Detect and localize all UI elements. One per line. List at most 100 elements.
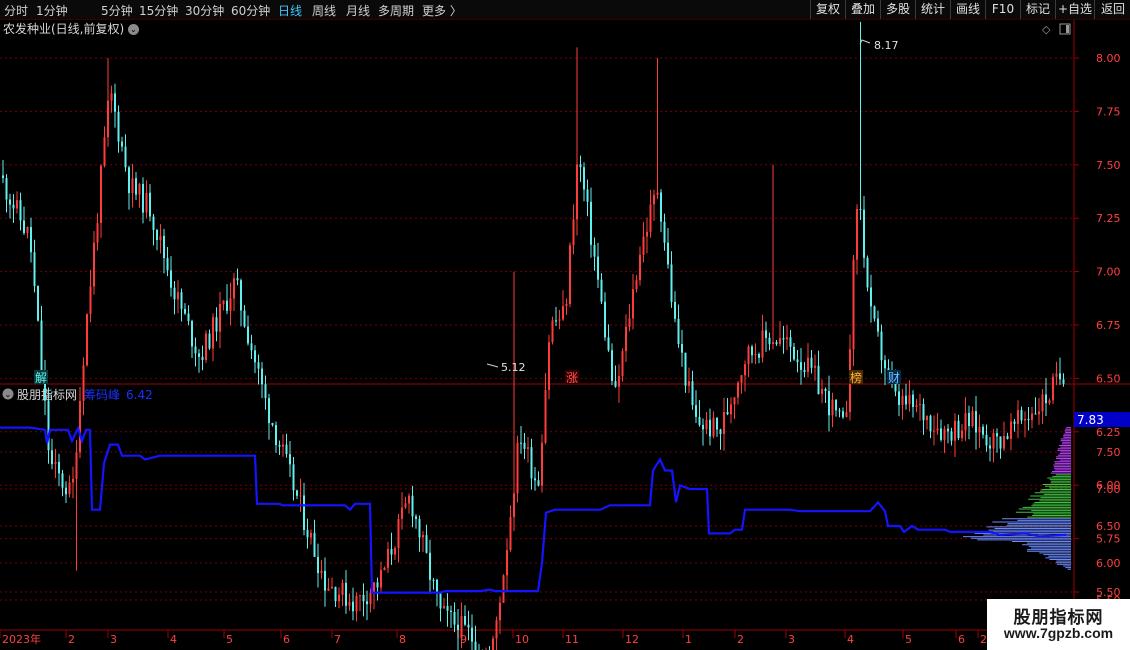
candle-body — [919, 404, 921, 406]
candle-body — [1031, 413, 1033, 421]
svg-text:⌄: ⌄ — [5, 390, 12, 399]
candle-body — [191, 321, 193, 347]
candle-body — [26, 227, 29, 233]
candle-body — [149, 192, 151, 217]
candle-body — [873, 306, 876, 319]
candle-body — [103, 137, 106, 166]
candle-body — [446, 606, 449, 611]
candle-body — [523, 442, 526, 449]
candle-body — [467, 624, 470, 628]
candle-body — [796, 359, 799, 363]
candle-body — [166, 258, 169, 271]
candle-body — [341, 582, 344, 595]
candle-body — [425, 535, 428, 553]
marker-finance[interactable]: 财 — [888, 371, 900, 385]
candle-body — [530, 447, 533, 479]
candle-body — [33, 252, 36, 287]
candle-body — [852, 259, 855, 350]
candle-body — [779, 338, 781, 345]
candle-body — [586, 189, 589, 202]
time-axis-label: 12 — [625, 633, 639, 646]
candle-body — [719, 429, 722, 435]
indicator-label: 筹码峰 — [84, 388, 120, 402]
candle-body — [1013, 421, 1016, 424]
candle-body — [394, 548, 396, 555]
candle-body — [786, 337, 788, 340]
candle-body — [705, 419, 708, 430]
candle-body — [278, 445, 281, 447]
candle-body — [124, 146, 127, 168]
candle-body — [110, 93, 113, 101]
diamond-icon[interactable]: ◇ — [1042, 23, 1051, 36]
candle-body — [40, 320, 43, 371]
candle-body — [114, 93, 116, 112]
candle-body — [646, 231, 648, 237]
candle-body — [418, 519, 421, 538]
marker-limit-up[interactable]: 涨 — [566, 370, 578, 385]
candle-body — [513, 493, 515, 518]
candle-body — [205, 333, 207, 360]
candle-body — [929, 415, 932, 432]
candle-body — [915, 405, 918, 407]
candle-body — [912, 394, 914, 407]
price-tick-label: 8.00 — [1096, 52, 1121, 65]
candle-body — [383, 567, 386, 571]
candle-body — [1024, 418, 1026, 421]
candle-body — [54, 461, 57, 465]
candle-body — [660, 192, 662, 222]
candle-body — [408, 495, 410, 504]
candle-body — [201, 356, 204, 360]
candle-body — [961, 430, 963, 439]
candle-body — [831, 399, 834, 416]
candle-body — [5, 178, 8, 200]
candle-body — [698, 416, 701, 425]
candle-body — [537, 480, 540, 486]
candle-body — [499, 602, 501, 621]
candle-body — [285, 444, 288, 455]
candle-body — [243, 310, 246, 327]
candle-body — [674, 301, 676, 319]
indicator-tick-label: 7.00 — [1096, 483, 1121, 496]
candle-body — [390, 549, 393, 555]
candle-body — [548, 342, 550, 390]
candle-body — [72, 478, 74, 483]
candle-body — [726, 412, 729, 415]
candle-body — [299, 495, 302, 497]
candle-body — [68, 482, 71, 495]
candle-body — [628, 318, 631, 327]
candle-body — [607, 337, 610, 351]
candle-body — [957, 420, 960, 439]
candle-body — [1020, 410, 1023, 421]
candle-body — [590, 201, 592, 245]
candle-body — [65, 487, 67, 495]
candle-body — [275, 425, 277, 446]
marker-unlock[interactable]: 解 — [35, 371, 47, 385]
candle-body — [604, 301, 606, 338]
candle-body — [695, 405, 697, 417]
time-axis-label: 5 — [905, 633, 912, 646]
candle-body — [744, 364, 746, 376]
candle-body — [317, 556, 319, 574]
candle-body — [397, 518, 400, 549]
candle-body — [282, 444, 284, 447]
indicator-tick-label: 6.50 — [1096, 520, 1121, 533]
candle-body — [1027, 418, 1030, 421]
current-price-text: 7.83 — [1077, 413, 1104, 427]
candle-body — [975, 411, 977, 433]
candle-body — [184, 308, 186, 314]
candle-body — [747, 346, 750, 365]
candle-body — [222, 300, 225, 304]
candle-body — [1003, 435, 1005, 449]
candle-body — [765, 330, 767, 338]
candle-body — [401, 507, 403, 519]
candle-body — [61, 473, 64, 488]
candle-body — [320, 570, 323, 574]
candle-body — [670, 264, 673, 302]
candle-body — [544, 389, 547, 443]
candle-body — [37, 286, 39, 321]
kline-chart[interactable]: 8.00 7.75 7.50 7.25 7.00 6.75 6.50 6.25 6.00 5.75… — [0, 0, 1130, 650]
candle-body — [268, 398, 270, 423]
candle-body — [810, 357, 813, 368]
candle-body — [520, 442, 522, 444]
marker-ranking[interactable]: 榜 — [850, 370, 862, 385]
